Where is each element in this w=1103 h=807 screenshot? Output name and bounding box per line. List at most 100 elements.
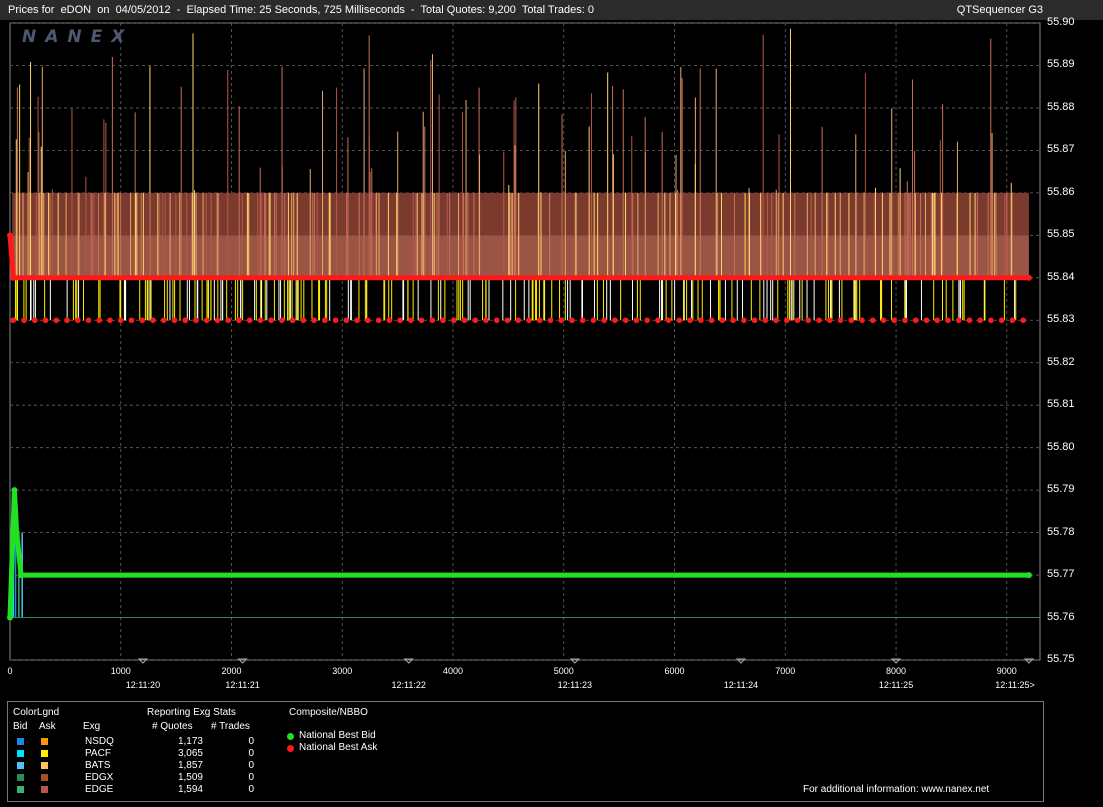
ask-level-dot xyxy=(869,317,876,324)
y-tick-label: 55.79 xyxy=(1047,483,1075,496)
ask-level-dot xyxy=(311,317,317,324)
ask-level-dot xyxy=(998,317,1005,324)
ask-level-dot xyxy=(1020,317,1026,324)
ask-level-dot xyxy=(236,317,242,324)
national-best-bid-point xyxy=(7,614,13,621)
ask-level-dot xyxy=(612,317,618,324)
ask-level-dot xyxy=(955,317,962,324)
exchange-header: Exg xyxy=(83,721,101,732)
ask-band-middle xyxy=(12,235,1029,278)
national-best-bid-point xyxy=(11,487,18,494)
y-tick-label: 55.75 xyxy=(1047,653,1075,665)
national-best-bid-point xyxy=(18,572,25,579)
y-tick-label: 55.90 xyxy=(1047,16,1075,28)
ask-level-dot xyxy=(214,317,221,324)
y-tick-label: 55.81 xyxy=(1047,398,1075,411)
ask-level-dot xyxy=(42,317,49,324)
ask-level-dot xyxy=(300,317,307,324)
ask-level-dot xyxy=(203,317,210,324)
ask-level-dot xyxy=(569,317,575,324)
ask-level-dot xyxy=(837,317,844,324)
ask-level-dot xyxy=(53,317,60,324)
footer-info: For additional information: www.nanex.ne… xyxy=(803,784,990,795)
ask-level-dot xyxy=(64,317,70,324)
ask-level-dot xyxy=(665,317,672,324)
y-tick-label: 55.78 xyxy=(1047,525,1075,538)
x-tick-label: 8000 xyxy=(886,666,907,676)
ask-level-dot xyxy=(988,317,994,324)
chart-title: Prices for eDON on 04/05/2012 - Elapsed … xyxy=(8,4,594,16)
ask-level-dot xyxy=(150,317,156,324)
quotes-header: # Quotes xyxy=(152,721,193,732)
ask-level-dot xyxy=(171,317,178,324)
ask-level-dot xyxy=(526,317,532,324)
ask-level-dot xyxy=(354,317,360,324)
x-tick-label: 1000 xyxy=(110,666,131,676)
ask-level-dot xyxy=(472,317,479,324)
exchange-name: BATS xyxy=(85,760,111,771)
ask-level-dot xyxy=(934,317,941,324)
nanex-logo: NANEX xyxy=(22,27,134,47)
exchange-name: NSDQ xyxy=(85,736,114,747)
ask-level-dot xyxy=(74,317,81,324)
x-tick-label: 0 xyxy=(7,666,13,676)
ask-level-dot xyxy=(450,317,457,324)
time-label: 12:11:25> xyxy=(995,680,1035,690)
stats-title: Reporting Exg Stats xyxy=(147,707,236,718)
exchange-trades: 0 xyxy=(248,760,254,771)
ask-color-swatch xyxy=(41,786,48,793)
y-tick-label: 55.89 xyxy=(1047,58,1075,71)
exchange-trades: 0 xyxy=(248,772,254,783)
ask-level-dot xyxy=(32,317,38,324)
ask-level-dot xyxy=(880,317,887,324)
ask-level-dot xyxy=(601,317,607,324)
ask-level-dot xyxy=(96,317,103,324)
y-tick-label: 55.80 xyxy=(1047,440,1075,453)
ask-level-dot xyxy=(579,317,586,324)
national-best-ask-marker xyxy=(287,745,294,752)
national-best-ask-point xyxy=(7,232,13,239)
x-tick-label: 3000 xyxy=(332,666,353,676)
ask-level-dot xyxy=(826,317,833,324)
ask-level-dot xyxy=(440,317,446,324)
ask-level-dot xyxy=(622,317,629,324)
ask-level-dot xyxy=(698,317,704,324)
ask-level-dot xyxy=(784,317,790,324)
ask-level-dot xyxy=(128,317,135,324)
time-label: 12:11:20 xyxy=(125,680,161,690)
title-bar: Prices for eDON on 04/05/2012 - Elapsed … xyxy=(0,0,1103,20)
ask-level-dot xyxy=(805,317,812,324)
ask-level-dot xyxy=(633,317,640,324)
time-label: 12:11:24 xyxy=(723,680,759,690)
ask-level-dot xyxy=(773,317,779,324)
ask-level-dot xyxy=(193,317,199,324)
exchange-quotes: 1,509 xyxy=(177,772,203,783)
ask-level-dot xyxy=(483,317,489,324)
national-best-bid-marker xyxy=(287,733,294,740)
ask-level-dot xyxy=(160,317,167,324)
ask-header: Ask xyxy=(39,721,56,732)
ask-level-dot xyxy=(558,317,565,324)
ask-level-dot xyxy=(1009,317,1016,324)
y-tick-label: 55.77 xyxy=(1047,568,1075,581)
x-tick-label: 2000 xyxy=(221,666,242,676)
y-tick-label: 55.85 xyxy=(1047,228,1075,241)
exchange-trades: 0 xyxy=(248,784,254,795)
bid-color-swatch xyxy=(17,738,24,745)
national-best-bid-point xyxy=(13,529,20,536)
ask-level-dot xyxy=(687,317,693,324)
y-axis: 55.90 55.89 55.88 55.87 55.86 55.85 55.84 55.83… xyxy=(1043,0,1103,700)
price-chart xyxy=(7,22,1041,664)
ask-level-dot xyxy=(912,317,919,324)
ask-level-dot xyxy=(751,317,758,324)
x-tick-label: 6000 xyxy=(664,666,685,676)
exchange-name: EDGE xyxy=(85,784,114,795)
ask-level-dot xyxy=(21,317,27,324)
ask-level-dot xyxy=(461,317,468,324)
ask-level-dot xyxy=(289,317,296,324)
ask-level-dot xyxy=(139,317,146,324)
y-tick-label: 55.82 xyxy=(1047,355,1075,368)
national-best-ask-label: National Best Ask xyxy=(299,742,378,753)
ask-level-dot xyxy=(279,317,285,324)
ask-level-dot xyxy=(332,317,339,324)
